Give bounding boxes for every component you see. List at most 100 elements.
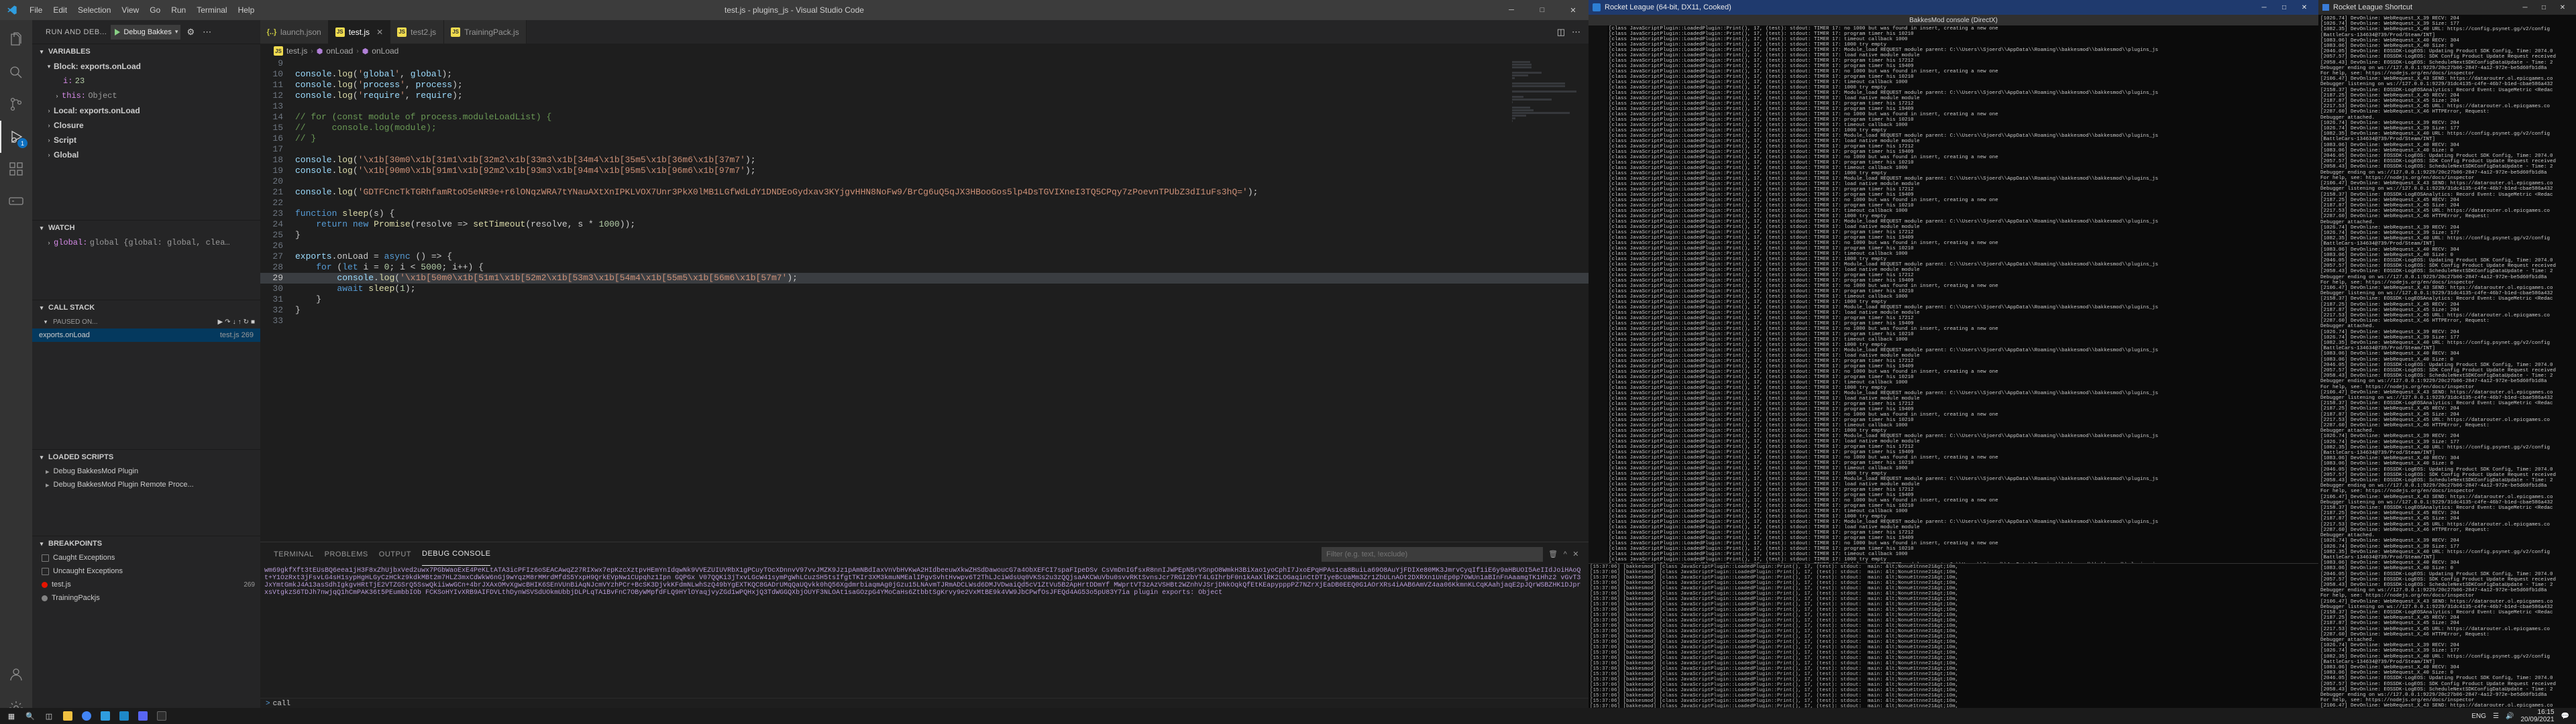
debug-thread-row[interactable]: ▾ PAUSED ON... ▶ ↷ ↓ ↑ ↻ ■ <box>32 315 260 328</box>
tab-problems[interactable]: PROBLEMS <box>325 542 368 566</box>
restart-icon[interactable]: ↻ <box>244 318 249 326</box>
menu-file[interactable]: File <box>24 0 48 20</box>
code-line[interactable]: 10console.log('global', global); <box>260 69 1589 80</box>
tab-test-js[interactable]: JS test.js ✕ <box>329 20 390 44</box>
sidebar-more-actions[interactable]: ⋯ <box>201 27 213 38</box>
code-line[interactable]: 32} <box>260 305 1589 316</box>
loaded-scripts-header[interactable]: ▾ LOADED SCRIPTS <box>32 450 260 465</box>
activity-remote[interactable] <box>0 185 32 217</box>
menu-terminal[interactable]: Terminal <box>191 0 232 20</box>
chevron-right-icon[interactable]: › <box>44 137 54 143</box>
variable-row[interactable]: › this: Object <box>32 88 260 103</box>
minimap[interactable] <box>1512 58 1579 542</box>
minimize-button[interactable]: ─ <box>2254 4 2274 11</box>
checkbox[interactable] <box>42 568 49 575</box>
close-button[interactable]: ✕ <box>2294 4 2314 11</box>
list-item[interactable]: ▸ Debug BakkesMod Plugin <box>32 465 260 478</box>
breakpoint-row[interactable]: TrainingPackjs <box>32 591 260 605</box>
variable-row[interactable]: › Global <box>32 147 260 162</box>
code-line[interactable]: 19console.log('\x1b[90m0\x1b[91m1\x1b[92… <box>260 166 1589 176</box>
tab-terminal[interactable]: TERMINAL <box>274 542 314 566</box>
code-line[interactable]: 25} <box>260 230 1589 241</box>
menu-selection[interactable]: Selection <box>72 0 116 20</box>
code-line[interactable]: 17 <box>260 144 1589 155</box>
breadcrumb-symbol[interactable]: onLoad <box>326 46 353 56</box>
start-debug-icon[interactable] <box>115 29 120 36</box>
code-line[interactable]: 33 <box>260 316 1589 326</box>
rl-window-controls[interactable]: ─ □ ✕ <box>2254 4 2314 11</box>
code-editor[interactable]: 910console.log('global', global);11conso… <box>260 58 1589 542</box>
filter-input[interactable] <box>1322 547 1543 562</box>
menu-bar[interactable]: File Edit Selection View Go Run Terminal… <box>24 0 260 20</box>
tab-launch-json[interactable]: {..} launch.json <box>260 20 329 44</box>
chevron-down-icon[interactable]: ▾ <box>44 63 54 70</box>
chevron-right-icon[interactable]: › <box>44 122 54 129</box>
code-line[interactable]: 9 <box>260 58 1589 69</box>
chevron-right-icon[interactable]: › <box>52 93 62 99</box>
code-line[interactable]: 29 console.log('\x1b[50m0\x1b[51m1\x1b[5… <box>260 273 1589 284</box>
close-icon[interactable]: ✕ <box>376 27 383 37</box>
breakpoint-row[interactable]: test.js 269 <box>32 578 260 591</box>
variable-row[interactable]: › Closure <box>32 118 260 133</box>
breakpoint-row[interactable]: Uncaught Exceptions <box>32 564 260 578</box>
code-line[interactable]: 16// } <box>260 133 1589 144</box>
menu-edit[interactable]: Edit <box>48 0 72 20</box>
notifications-icon[interactable]: 💬 <box>2561 713 2569 720</box>
maximize-button[interactable]: □ <box>1527 0 1558 20</box>
maximize-button[interactable]: □ <box>2534 4 2553 11</box>
chevron-right-icon[interactable]: › <box>44 239 54 246</box>
code-line[interactable]: 26 <box>260 241 1589 251</box>
menu-run[interactable]: Run <box>166 0 191 20</box>
window-controls[interactable]: ─ □ ✕ <box>1496 0 1589 20</box>
debug-toolbar[interactable]: ▶ ↷ ↓ ↑ ↻ ■ <box>217 318 260 326</box>
breakpoints-header[interactable]: ▾ BREAKPOINTS <box>32 536 260 551</box>
chevron-down-icon[interactable]: ▾ <box>42 318 50 326</box>
variable-row[interactable]: › Local: exports.onLoad <box>32 103 260 118</box>
explorer-icon[interactable] <box>59 709 76 723</box>
maximize-panel-icon[interactable]: ^ <box>1564 550 1568 558</box>
vscode-icon[interactable] <box>97 709 114 723</box>
open-launch-json-gear-icon[interactable]: ⚙ <box>184 27 197 38</box>
code-line[interactable]: 23function sleep(s) { <box>260 208 1589 219</box>
tab-test2-js[interactable]: JS test2.js <box>390 20 444 44</box>
variable-row[interactable]: ▾ Block: exports.onLoad <box>32 59 260 74</box>
more-actions-icon[interactable]: ⋯ <box>1572 27 1580 38</box>
debug-console-output[interactable]: wm69gkfXft3tEUsBQ6eea1jH3F8xZhUjbxVed2uw… <box>260 566 1589 698</box>
discord-icon[interactable] <box>134 709 152 723</box>
step-over-icon[interactable]: ↷ <box>225 318 230 326</box>
node-inspector-log[interactable]: [1026.74] DevOnline: WebRequest_X_39 REC… <box>2318 15 2576 724</box>
tray-lang[interactable]: ENG <box>2471 713 2486 720</box>
step-into-icon[interactable]: ↓ <box>233 318 236 326</box>
clock-time[interactable]: 16:15 <box>2520 709 2554 716</box>
code-line[interactable]: 24 return new Promise(resolve => setTime… <box>260 219 1589 230</box>
split-editor-icon[interactable]: ◫ <box>1557 27 1565 38</box>
maximize-button[interactable]: □ <box>2274 4 2294 11</box>
breakpoint-row[interactable]: Caught Exceptions <box>32 551 260 564</box>
breakpoint-dot-icon[interactable] <box>42 595 48 601</box>
debug-config-select[interactable]: Debug Bakkes ▾ <box>111 25 180 40</box>
continue-icon[interactable]: ▶ <box>217 318 223 326</box>
variables-header[interactable]: ▾ VARIABLES <box>32 44 260 59</box>
code-line[interactable]: 22 <box>260 198 1589 208</box>
breadcrumb-symbol[interactable]: onLoad <box>372 46 398 56</box>
code-line[interactable]: 14// for (const module of process.module… <box>260 112 1589 123</box>
minimize-button[interactable]: ─ <box>2516 4 2534 11</box>
activity-source-control[interactable] <box>0 88 32 121</box>
close-button[interactable]: ✕ <box>1558 0 1589 20</box>
close-panel-icon[interactable]: ✕ <box>1572 550 1579 558</box>
call-stack-frame[interactable]: exports.onLoad test.js 269 <box>32 328 260 342</box>
console-icon[interactable] <box>153 709 170 723</box>
variable-row[interactable]: i: 23 <box>32 74 260 88</box>
editor-actions[interactable]: ◫ ⋯ <box>1549 20 1589 44</box>
code-line[interactable]: 31 } <box>260 294 1589 305</box>
volume-icon[interactable]: 🔊 <box>2506 713 2514 720</box>
chevron-right-icon[interactable]: › <box>44 107 54 114</box>
breadcrumb[interactable]: JS test.js › ⬢ onLoad › ⬢ onLoad <box>260 44 1589 58</box>
watch-row[interactable]: › global: global {global: global, clea… <box>32 235 260 250</box>
clear-console-icon[interactable]: 🗑 <box>1548 550 1558 558</box>
activity-explorer[interactable] <box>0 24 32 56</box>
activity-run-and-debug[interactable]: 1 <box>0 121 32 153</box>
step-out-icon[interactable]: ↑ <box>238 318 241 326</box>
tab-debug-console[interactable]: DEBUG CONSOLE <box>422 542 490 566</box>
code-line[interactable]: 20 <box>260 176 1589 187</box>
